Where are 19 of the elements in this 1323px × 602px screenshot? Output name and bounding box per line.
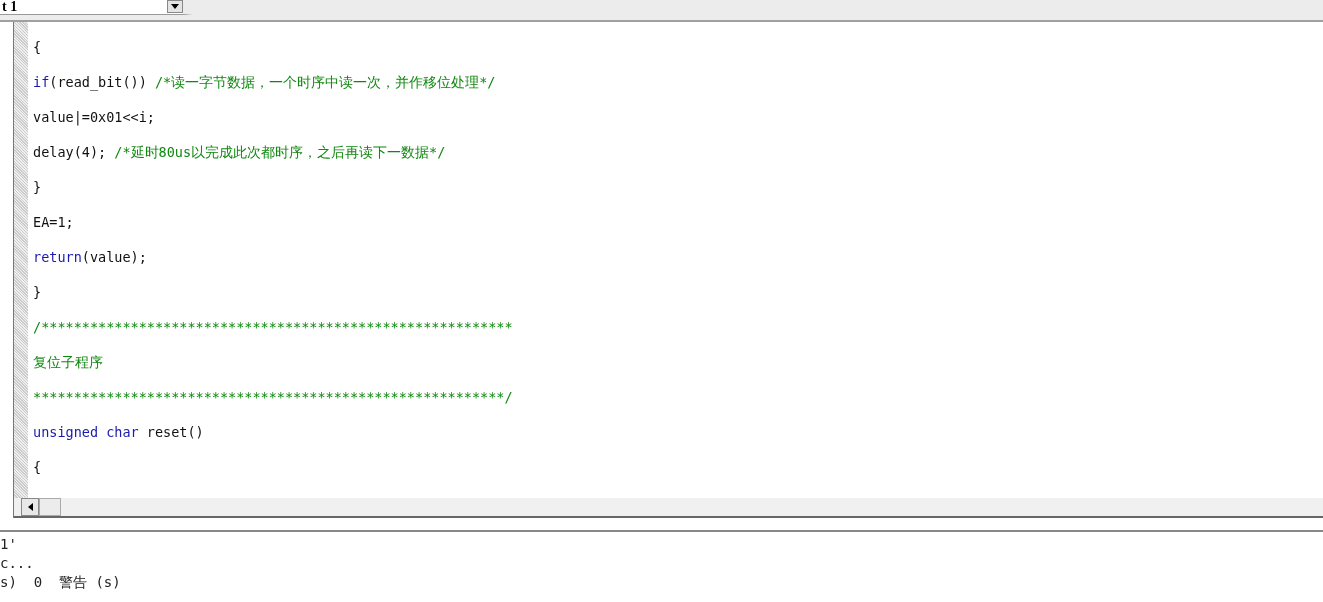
code-line: delay(4); /*延时80us以完成此次都时序，之后再读下一数据*/ bbox=[33, 144, 447, 162]
code-line: return(value); bbox=[33, 249, 148, 267]
code-line: unsigned char reset() bbox=[33, 424, 205, 442]
code-line: } bbox=[33, 284, 43, 302]
output-line: c... bbox=[0, 554, 35, 573]
code-line: EA=1; bbox=[33, 214, 75, 232]
code-line: value|=0x01<<i; bbox=[33, 109, 156, 128]
scroll-left-icon[interactable] bbox=[21, 498, 39, 516]
code-line: if(read_bit()) /*读一字节数据，一个时序中读一次，并作移位处理*/ bbox=[33, 74, 497, 93]
code-line: } bbox=[33, 179, 43, 197]
output-line: s) 0 警告 (s) bbox=[0, 573, 122, 592]
code-line: /********************************************************** bbox=[33, 319, 513, 337]
scroll-thumb[interactable] bbox=[39, 498, 61, 516]
code-line: **********************************************************/ bbox=[33, 389, 513, 407]
code-line: { bbox=[33, 459, 43, 477]
code-line: 复位子程序 bbox=[33, 354, 104, 372]
code-line: { bbox=[33, 39, 43, 57]
output-line: 1' bbox=[0, 535, 18, 554]
target-dropdown[interactable]: t 1 bbox=[0, 0, 193, 15]
